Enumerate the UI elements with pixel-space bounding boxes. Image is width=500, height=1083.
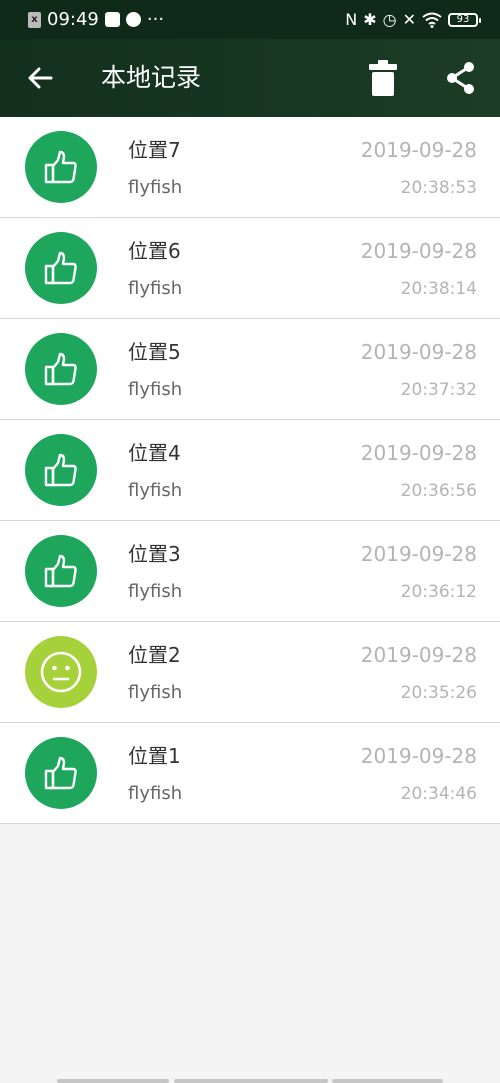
record-name: 位置5 — [128, 340, 181, 364]
wifi-icon — [422, 12, 442, 28]
record-row[interactable]: 位置4 flyfish 2019-09-28 20:36:56 — [0, 420, 500, 521]
record-row[interactable]: 位置3 flyfish 2019-09-28 20:36:12 — [0, 521, 500, 622]
record-time: 20:38:14 — [400, 279, 477, 299]
record-name: 位置6 — [128, 239, 181, 263]
record-date: 2019-09-28 — [360, 138, 477, 162]
status-time: 09:49 — [47, 9, 99, 30]
speed-icon — [125, 12, 141, 27]
record-time: 20:34:46 — [400, 784, 477, 804]
record-date: 2019-09-28 — [360, 239, 477, 263]
rating-avatar — [25, 131, 97, 203]
share-icon — [447, 62, 474, 94]
bottom-bar-segment — [57, 1079, 169, 1083]
record-user: flyfish — [128, 783, 183, 804]
record-time: 20:35:26 — [400, 683, 477, 703]
thumbs-up-icon — [44, 352, 77, 386]
record-name: 位置1 — [128, 744, 181, 768]
record-user: flyfish — [128, 278, 183, 299]
record-row[interactable]: 位置7 flyfish 2019-09-28 20:38:53 — [0, 117, 500, 218]
rating-avatar — [25, 434, 97, 506]
record-time: 20:37:32 — [400, 380, 477, 400]
record-user: flyfish — [128, 379, 183, 400]
record-user: flyfish — [128, 682, 183, 703]
record-list: 位置7 flyfish 2019-09-28 20:38:53 位置6 flyfish 20… — [0, 117, 500, 824]
record-user: flyfish — [128, 480, 183, 501]
rating-avatar — [25, 232, 97, 304]
sim-icon: x — [28, 11, 41, 28]
trash-icon — [369, 60, 397, 96]
delete-button[interactable] — [365, 59, 401, 97]
neutral-face-icon — [40, 651, 82, 693]
record-row[interactable]: 位置2 flyfish 2019-09-28 20:35:26 — [0, 622, 500, 723]
bluetooth-icon: ✱ — [363, 9, 377, 29]
back-button[interactable] — [22, 60, 58, 96]
more-notifications-icon: ··· — [146, 9, 165, 30]
rating-avatar — [25, 333, 97, 405]
mute-icon: ✕ — [402, 9, 416, 29]
record-user: flyfish — [128, 581, 183, 602]
record-row[interactable]: 位置5 flyfish 2019-09-28 20:37:32 — [0, 319, 500, 420]
share-button[interactable] — [442, 59, 480, 97]
record-time: 20:38:53 — [400, 178, 477, 198]
app-bar: 本地记录 — [0, 39, 500, 117]
record-user: flyfish — [128, 177, 183, 198]
thumbs-up-icon — [44, 453, 77, 487]
record-date: 2019-09-28 — [360, 643, 477, 667]
record-name: 位置3 — [128, 542, 181, 566]
record-time: 20:36:56 — [400, 481, 477, 501]
message-icon — [104, 12, 120, 27]
rating-avatar — [25, 535, 97, 607]
bottom-indicator — [0, 1079, 500, 1083]
rating-avatar — [25, 636, 97, 708]
bottom-bar-segment — [174, 1079, 328, 1083]
record-name: 位置7 — [128, 138, 181, 162]
page-title: 本地记录 — [101, 63, 202, 92]
battery-indicator: 93 — [448, 12, 481, 27]
thumbs-up-icon — [44, 554, 77, 588]
arrow-left-icon — [28, 67, 53, 89]
record-date: 2019-09-28 — [360, 441, 477, 465]
record-name: 位置2 — [128, 643, 181, 667]
record-date: 2019-09-28 — [360, 340, 477, 364]
record-date: 2019-09-28 — [360, 542, 477, 566]
thumbs-up-icon — [44, 251, 77, 285]
record-date: 2019-09-28 — [360, 744, 477, 768]
alarm-icon: ◷ — [382, 9, 397, 29]
record-row[interactable]: 位置1 flyfish 2019-09-28 20:34:46 — [0, 723, 500, 824]
record-row[interactable]: 位置6 flyfish 2019-09-28 20:38:14 — [0, 218, 500, 319]
bottom-bar-segment — [332, 1079, 443, 1083]
rating-avatar — [25, 737, 97, 809]
nfc-icon: N — [345, 9, 358, 29]
thumbs-up-icon — [44, 150, 77, 184]
status-bar: x 09:49 ··· N ✱ ◷ ✕ 93 — [0, 0, 500, 39]
thumbs-up-icon — [44, 756, 77, 790]
record-time: 20:36:12 — [400, 582, 477, 602]
record-name: 位置4 — [128, 441, 181, 465]
